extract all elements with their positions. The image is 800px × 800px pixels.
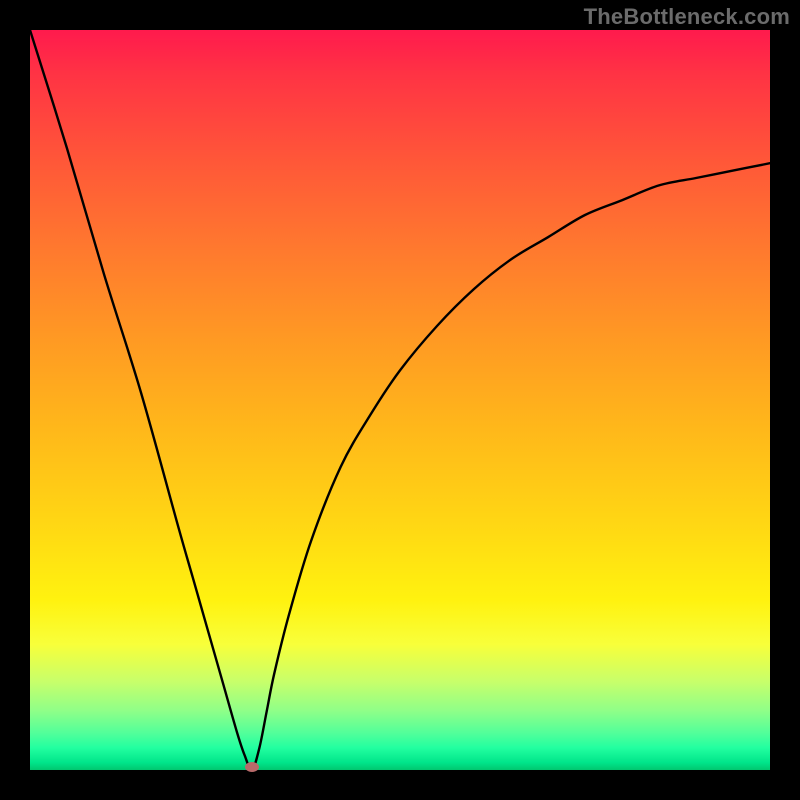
bottleneck-curve (30, 30, 770, 770)
plot-area (30, 30, 770, 770)
watermark-text: TheBottleneck.com (584, 4, 790, 30)
chart-frame: TheBottleneck.com (0, 0, 800, 800)
optimum-marker (245, 762, 259, 772)
